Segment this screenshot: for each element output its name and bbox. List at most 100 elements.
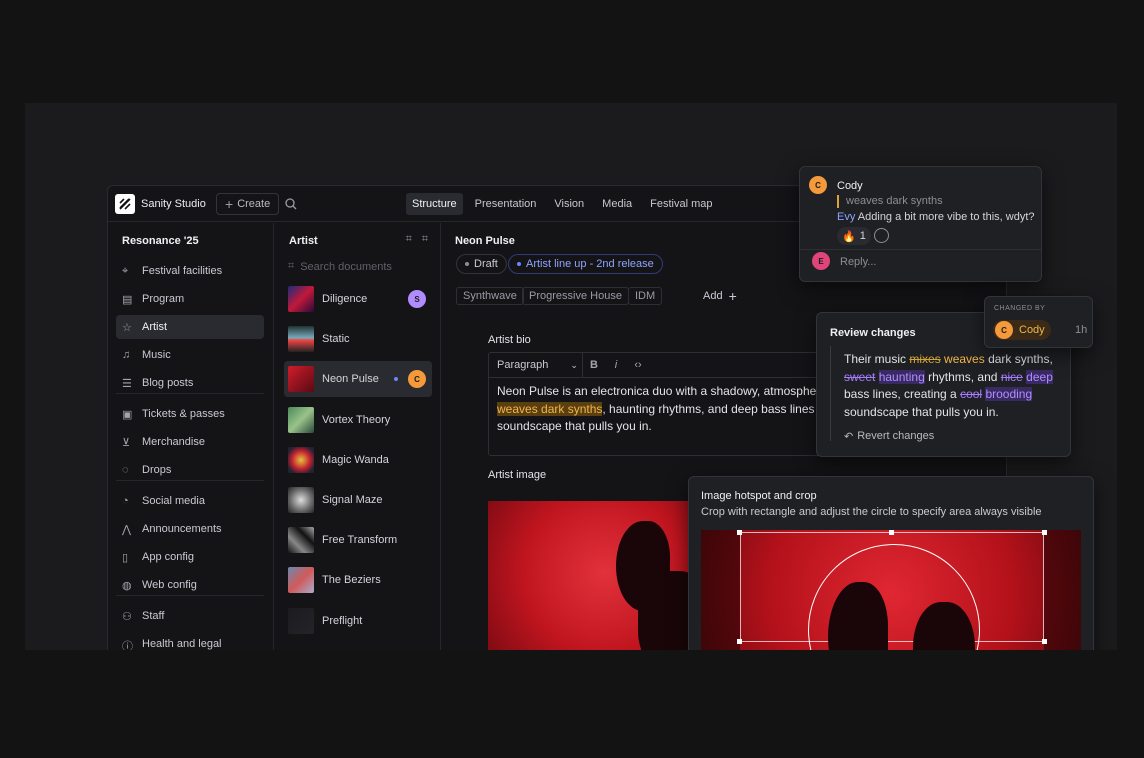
search-placeholder: Search documents xyxy=(300,260,392,273)
diff-deletion: sweet xyxy=(844,369,876,384)
changed-by-heading: CHANGED BY xyxy=(994,305,1046,312)
list-item[interactable]: Signal Maze xyxy=(284,482,432,518)
bio-line-2: weaves dark synths, haunting rhythms, an… xyxy=(497,401,827,419)
bold-button[interactable]: B xyxy=(583,359,605,371)
sidebar-item-label: Drops xyxy=(142,464,172,476)
pane-title: Artist xyxy=(289,235,318,247)
workspace-title: Resonance '25 xyxy=(122,235,199,247)
undo-icon: ↶ xyxy=(844,431,854,443)
sidebar-item-app-config[interactable]: ▯ App config xyxy=(116,545,264,569)
list-item[interactable]: Free Transform xyxy=(284,522,432,558)
info-icon: ⓘ xyxy=(122,641,133,650)
list-item[interactable]: Static xyxy=(284,321,432,357)
crop-handle[interactable] xyxy=(737,530,742,535)
sidebar-item-festival-facilities[interactable]: ⌖ Festival facilities xyxy=(116,259,264,283)
image-label: Artist image xyxy=(488,469,547,481)
crop-handle[interactable] xyxy=(889,530,894,535)
revert-changes-button[interactable]: ↶ Revert changes xyxy=(844,430,934,443)
crop-handle[interactable] xyxy=(737,639,742,644)
sidebar-item-blog-posts[interactable]: ☰ Blog posts xyxy=(116,371,264,395)
pane-actions: ⌗ ⌗ xyxy=(406,233,428,246)
sidebar-item-drops[interactable]: ◌ Drops xyxy=(116,458,264,482)
sidebar-item-label: Artist xyxy=(142,321,168,333)
sidebar-item-label: Music xyxy=(142,349,171,361)
sidebar-item-program[interactable]: ▤ Program xyxy=(116,287,264,311)
diff-insertion: weaves xyxy=(944,352,985,366)
artist-thumbnail xyxy=(288,366,314,393)
comment-text: Adding a bit more vibe to this, wdyt? xyxy=(857,211,1035,223)
app-name: Sanity Studio xyxy=(141,198,206,210)
genre-tag[interactable]: Synthwave xyxy=(456,287,524,305)
globe-icon: ◍ xyxy=(122,580,132,592)
review-title: Review changes xyxy=(830,327,916,339)
list-item[interactable]: Magic Wanda xyxy=(284,442,432,478)
draft-badge[interactable]: Draft xyxy=(456,254,507,274)
sidebar-item-label: Blog posts xyxy=(142,377,194,389)
search-icon[interactable] xyxy=(284,197,298,211)
artist-thumbnail xyxy=(288,527,314,554)
release-badge[interactable]: Artist line up - 2nd release xyxy=(508,254,663,274)
list-item[interactable]: Preflight xyxy=(284,603,432,639)
release-label: Artist line up - 2nd release xyxy=(526,258,654,270)
draft-label: Draft xyxy=(474,258,498,270)
tab-media[interactable]: Media xyxy=(596,193,638,215)
sanity-logo[interactable] xyxy=(115,194,135,214)
crop-handle[interactable] xyxy=(1042,639,1047,644)
italic-button[interactable]: i xyxy=(605,359,627,371)
sidebar-item-staff[interactable]: ⚇ Staff xyxy=(116,604,264,628)
bio-editor[interactable]: Paragraph ⌄ B i ‹› Neon Pulse is an elec… xyxy=(488,352,848,456)
reaction-chip[interactable]: 🔥 1 xyxy=(837,227,871,245)
tab-structure[interactable]: Structure xyxy=(406,193,463,215)
hotspot-subtitle: Crop with rectangle and adjust the circl… xyxy=(701,506,1042,518)
artist-name: Preflight xyxy=(322,614,363,627)
search-documents[interactable]: ⌗ Search documents xyxy=(288,260,392,273)
sidebar-item-merchandise[interactable]: ⊻ Merchandise xyxy=(116,430,264,454)
list-item[interactable]: Vortex Theory xyxy=(284,402,432,438)
sidebar-item-health-and-legal[interactable]: ⓘ Health and legal xyxy=(116,632,264,650)
comment-card: C Cody weaves dark synths Evy Adding a b… xyxy=(799,166,1042,282)
revert-label: Revert changes xyxy=(857,430,935,442)
sidebar-item-social-media[interactable]: ◔ Social media xyxy=(116,489,264,513)
list-item[interactable]: The Beziers xyxy=(284,562,432,598)
code-button[interactable]: ‹› xyxy=(627,359,649,371)
bio-label: Artist bio xyxy=(488,334,531,346)
diff-word: Their music xyxy=(844,352,907,366)
tab-presentation[interactable]: Presentation xyxy=(469,193,543,215)
sidebar-item-artist[interactable]: ☆ Artist xyxy=(116,315,264,339)
crop-icon[interactable]: ⌗ xyxy=(406,233,412,246)
commented-highlight[interactable]: weaves dark synths xyxy=(497,401,603,416)
genre-tag[interactable]: Progressive House xyxy=(522,287,629,305)
list-icon: ☰ xyxy=(122,378,132,390)
tab-festival-map[interactable]: Festival map xyxy=(644,193,718,215)
sidebar-item-announcements[interactable]: ⋀ Announcements xyxy=(116,517,264,541)
diff-deletion: mixes xyxy=(909,352,941,366)
chevron-down-icon: ⌄ xyxy=(570,359,578,370)
artist-image[interactable] xyxy=(488,501,698,650)
reply-input[interactable]: Reply... xyxy=(840,256,876,268)
add-reaction-icon[interactable] xyxy=(874,228,889,243)
comment-body: Evy Adding a bit more vibe to this, wdyt… xyxy=(837,211,1035,223)
release-dot xyxy=(394,377,398,382)
create-button[interactable]: + Create xyxy=(216,193,280,215)
sidebar-item-web-config[interactable]: ◍ Web config xyxy=(116,573,264,597)
paragraph-style-select[interactable]: Paragraph ⌄ xyxy=(489,352,583,378)
crop-handle[interactable] xyxy=(1042,530,1047,535)
bio-text[interactable]: Neon Pulse is an electronica duo with a … xyxy=(497,383,827,436)
sidebar-item-label: Tickets & passes xyxy=(142,408,225,420)
tab-vision[interactable]: Vision xyxy=(548,193,590,215)
crop-icon[interactable]: ⌗ xyxy=(422,233,428,246)
mention[interactable]: Evy xyxy=(837,211,855,223)
changed-by-avatar: C xyxy=(995,321,1013,339)
list-item[interactable]: Diligence S xyxy=(284,281,432,317)
reply-avatar: E xyxy=(812,252,830,270)
genre-tag[interactable]: IDM xyxy=(628,287,663,305)
artist-name: Signal Maze xyxy=(322,494,383,506)
sidebar-item-music[interactable]: ♫ Music xyxy=(116,343,264,367)
comment-author: Cody xyxy=(837,180,863,192)
artist-name: Free Transform xyxy=(322,534,398,547)
add-genre-button[interactable]: Add + xyxy=(697,287,743,305)
list-item[interactable]: Neon Pulse C xyxy=(284,361,432,398)
add-label: Add xyxy=(703,290,723,302)
sidebar-item-tickets-passes[interactable]: ▣ Tickets & passes xyxy=(116,402,264,426)
commenter-avatar: C xyxy=(809,176,827,194)
